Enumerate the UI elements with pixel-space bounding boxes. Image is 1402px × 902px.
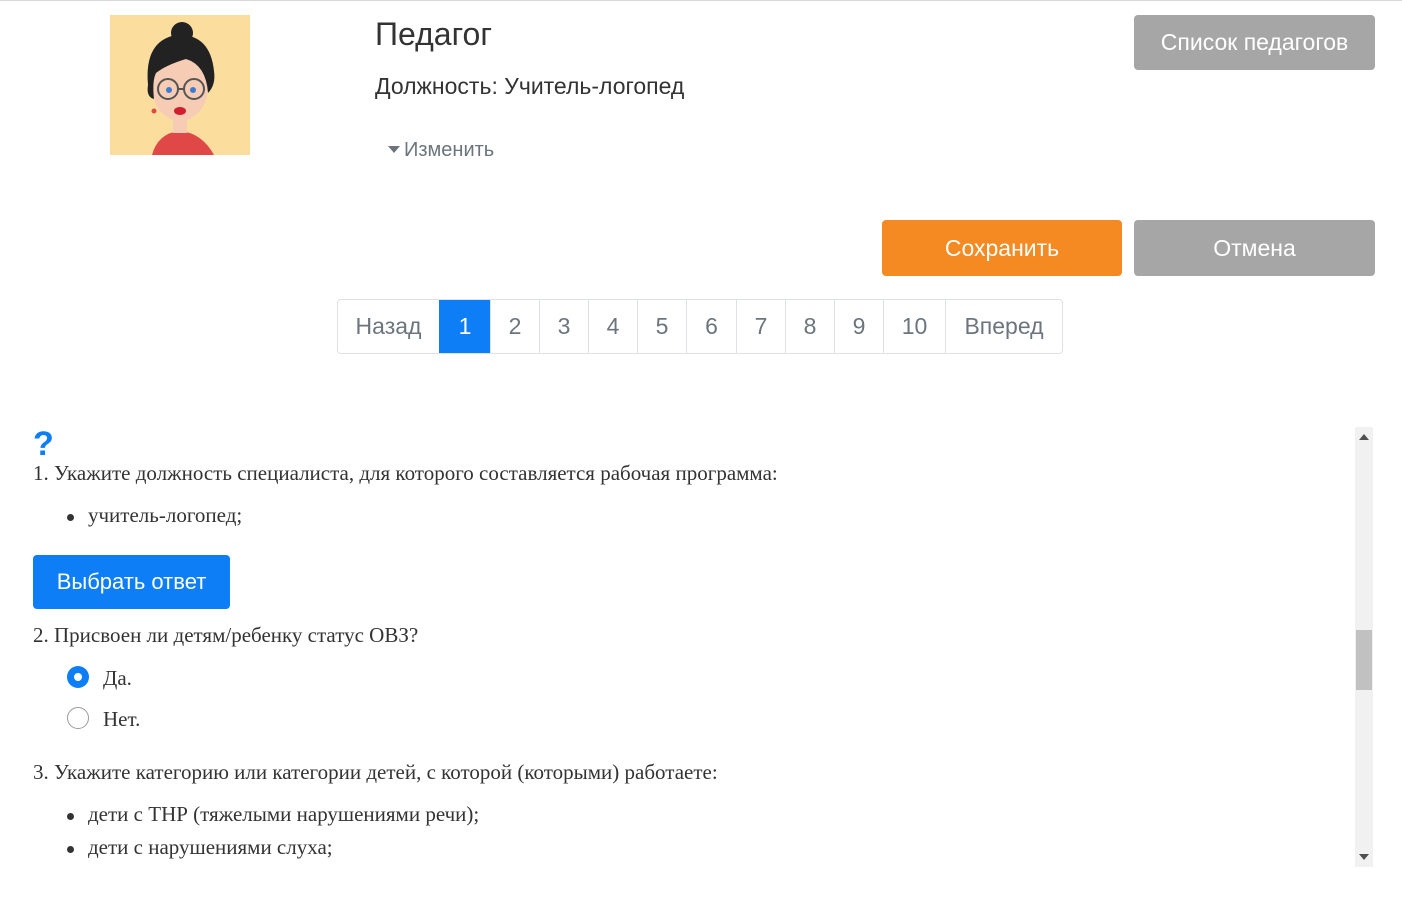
avatar [110, 15, 250, 155]
pagination-page-4[interactable]: 4 [588, 300, 637, 353]
list-item: учитель-логопед; [67, 503, 242, 528]
scroll-down-arrow-icon[interactable] [1359, 854, 1369, 860]
scroll-up-arrow-icon[interactable] [1359, 434, 1369, 440]
choose-answer-button[interactable]: Выбрать ответ [33, 555, 230, 609]
pagination-page-3[interactable]: 3 [539, 300, 588, 353]
pagination-page-2[interactable]: 2 [490, 300, 539, 353]
radio-option-yes[interactable]: Да. [67, 666, 132, 691]
question-3-text: 3. Укажите категорию или категории детей… [33, 760, 718, 784]
list-item: дети с ТНР (тяжелыми нарушениями речи); [67, 802, 479, 827]
cancel-button[interactable]: Отмена [1134, 220, 1375, 276]
help-icon[interactable]: ? [33, 427, 54, 461]
pagination-page-9[interactable]: 9 [834, 300, 883, 353]
radio-label: Да. [103, 666, 132, 690]
pagination-prev[interactable]: Назад [338, 300, 439, 353]
vertical-scrollbar[interactable] [1355, 427, 1373, 867]
position-value: Учитель-логопед [504, 73, 685, 99]
teacher-avatar-illustration [110, 15, 250, 155]
pagination-page-6[interactable]: 6 [686, 300, 736, 353]
change-toggle[interactable]: Изменить [388, 139, 494, 162]
list-item: дети с нарушениями слуха; [67, 835, 333, 860]
save-button[interactable]: Сохранить [882, 220, 1122, 276]
pagination-page-1[interactable]: 1 [439, 300, 490, 353]
pagination-page-5[interactable]: 5 [637, 300, 686, 353]
position-label: Должность: [375, 73, 498, 99]
pagination-page-10[interactable]: 10 [883, 300, 945, 353]
change-label: Изменить [404, 139, 495, 161]
question-2-text: 2. Присвоен ли детям/ребенку статус ОВЗ? [33, 623, 419, 647]
pagination-page-7[interactable]: 7 [736, 300, 785, 353]
page-title: Педагог [375, 16, 492, 52]
pagination: Назад 1 2 3 4 5 6 7 8 9 10 Вперед [337, 299, 1063, 354]
scrollbar-thumb[interactable] [1356, 630, 1372, 690]
caret-down-icon [388, 145, 400, 153]
radio-checked-icon[interactable] [67, 666, 89, 688]
top-border [0, 0, 1402, 1]
pagination-next[interactable]: Вперед [945, 300, 1062, 353]
question-1-text: 1. Укажите должность специалиста, для ко… [33, 461, 778, 485]
radio-label: Нет. [103, 707, 141, 731]
radio-option-no[interactable]: Нет. [67, 707, 140, 732]
position-line: Должность: Учитель-логопед [375, 73, 684, 100]
radio-unchecked-icon[interactable] [67, 707, 89, 729]
questions-panel: ? 1. Укажите должность специалиста, для … [0, 420, 1355, 870]
pagination-page-8[interactable]: 8 [785, 300, 834, 353]
teacher-list-button[interactable]: Список педагогов [1134, 15, 1375, 70]
